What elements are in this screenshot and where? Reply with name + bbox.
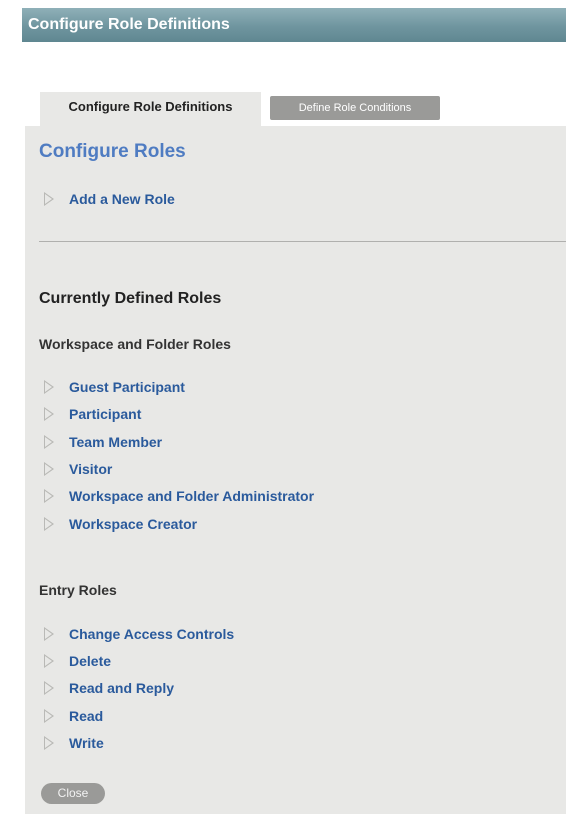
expand-arrow-icon <box>44 407 54 421</box>
role-delete[interactable]: Delete <box>44 651 111 671</box>
expand-arrow-icon <box>44 681 54 695</box>
expand-arrow-icon <box>44 462 54 476</box>
role-label: Team Member <box>69 434 163 450</box>
expand-arrow-icon <box>44 192 54 206</box>
window-title: Configure Role Definitions <box>28 16 230 33</box>
role-label: Guest Participant <box>69 379 185 395</box>
role-label: Participant <box>69 406 142 422</box>
role-label: Visitor <box>69 461 113 477</box>
role-change-access-controls[interactable]: Change Access Controls <box>44 624 234 644</box>
role-label: Change Access Controls <box>69 626 235 642</box>
role-label: Workspace and Folder Administrator <box>69 488 315 504</box>
section-divider <box>39 241 566 242</box>
expand-arrow-icon <box>44 489 54 503</box>
window-title-bar: Configure Role Definitions <box>22 8 566 42</box>
expand-arrow-icon <box>44 709 54 723</box>
currently-defined-roles-heading: Currently Defined Roles <box>39 290 222 307</box>
expand-arrow-icon <box>44 736 54 750</box>
role-label: Delete <box>69 653 112 669</box>
role-guest-participant[interactable]: Guest Participant <box>44 377 185 397</box>
role-workspace-folder-administrator[interactable]: Workspace and Folder Administrator <box>44 486 314 506</box>
role-participant[interactable]: Participant <box>44 404 141 424</box>
role-label: Read and Reply <box>69 680 175 696</box>
close-button[interactable]: Close <box>41 783 105 804</box>
add-new-role-label: Add a New Role <box>69 191 175 207</box>
role-read-and-reply[interactable]: Read and Reply <box>44 678 174 698</box>
expand-arrow-icon <box>44 380 54 394</box>
workspace-folder-roles-label: Workspace and Folder Roles <box>39 336 231 352</box>
add-new-role-link[interactable]: Add a New Role <box>44 189 175 209</box>
role-workspace-creator[interactable]: Workspace Creator <box>44 514 197 534</box>
tab-configure-role-definitions[interactable]: Configure Role Definitions <box>40 92 261 128</box>
entry-roles-label: Entry Roles <box>39 582 117 598</box>
tab-define-role-conditions[interactable]: Define Role Conditions <box>270 96 440 120</box>
expand-arrow-icon <box>44 654 54 668</box>
expand-arrow-icon <box>44 517 54 531</box>
expand-arrow-icon <box>44 627 54 641</box>
role-label: Workspace Creator <box>69 516 198 532</box>
expand-arrow-icon <box>44 435 54 449</box>
role-read[interactable]: Read <box>44 706 103 726</box>
role-team-member[interactable]: Team Member <box>44 432 162 452</box>
role-write[interactable]: Write <box>44 733 104 753</box>
role-label: Write <box>69 735 104 751</box>
configure-roles-heading: Configure Roles <box>39 141 186 162</box>
role-label: Read <box>69 708 104 724</box>
role-visitor[interactable]: Visitor <box>44 459 112 479</box>
